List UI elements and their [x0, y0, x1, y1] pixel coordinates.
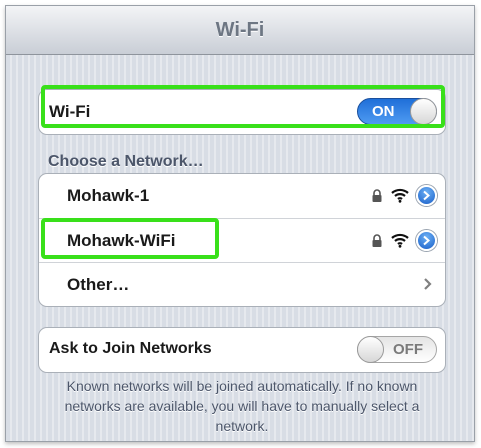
page-title: Wi-Fi — [215, 19, 265, 41]
ask-to-join-label: Ask to Join Networks — [49, 340, 212, 357]
lock-icon — [372, 189, 382, 202]
network-name: Mohawk-1 — [67, 186, 150, 205]
ask-to-join-row: Ask to Join Networks OFF — [39, 328, 445, 372]
lock-icon — [372, 234, 382, 247]
wifi-toggle-group: Wi-Fi ON — [38, 89, 446, 135]
network-row-mohawk-wifi[interactable]: Mohawk-WiFi — [39, 218, 445, 262]
network-name: Mohawk-WiFi — [67, 231, 176, 250]
footer-note: Known networks will be joined automatica… — [64, 378, 420, 434]
ask-to-join-group: Ask to Join Networks OFF — [38, 327, 446, 373]
network-row-other[interactable]: Other… — [39, 262, 445, 306]
wifi-row: Wi-Fi ON — [39, 90, 445, 134]
navigation-bar: Wi-Fi — [6, 6, 474, 55]
ask-to-join-toggle-label: OFF — [393, 341, 423, 358]
chevron-right-icon — [424, 278, 432, 290]
toggle-knob — [357, 336, 384, 363]
ask-to-join-toggle-switch[interactable]: OFF — [357, 336, 437, 363]
wifi-settings-window: Wi-Fi Wi-Fi ON Choose a Network… Mohawk-… — [5, 5, 475, 442]
detail-disclosure-icon[interactable] — [416, 185, 437, 206]
network-row-mohawk-1[interactable]: Mohawk-1 — [39, 174, 445, 218]
detail-disclosure-icon[interactable] — [416, 230, 437, 251]
wifi-toggle-switch[interactable]: ON — [357, 98, 437, 125]
wifi-signal-icon — [391, 233, 409, 248]
wifi-label: Wi-Fi — [49, 102, 91, 121]
wifi-signal-icon — [391, 188, 409, 203]
network-list: Mohawk-1 Mohawk-WiFi Other… — [38, 173, 446, 307]
toggle-knob — [410, 98, 437, 125]
wifi-toggle-label: ON — [372, 103, 395, 120]
choose-network-header: Choose a Network… — [48, 153, 204, 170]
other-network-label: Other… — [67, 275, 130, 294]
